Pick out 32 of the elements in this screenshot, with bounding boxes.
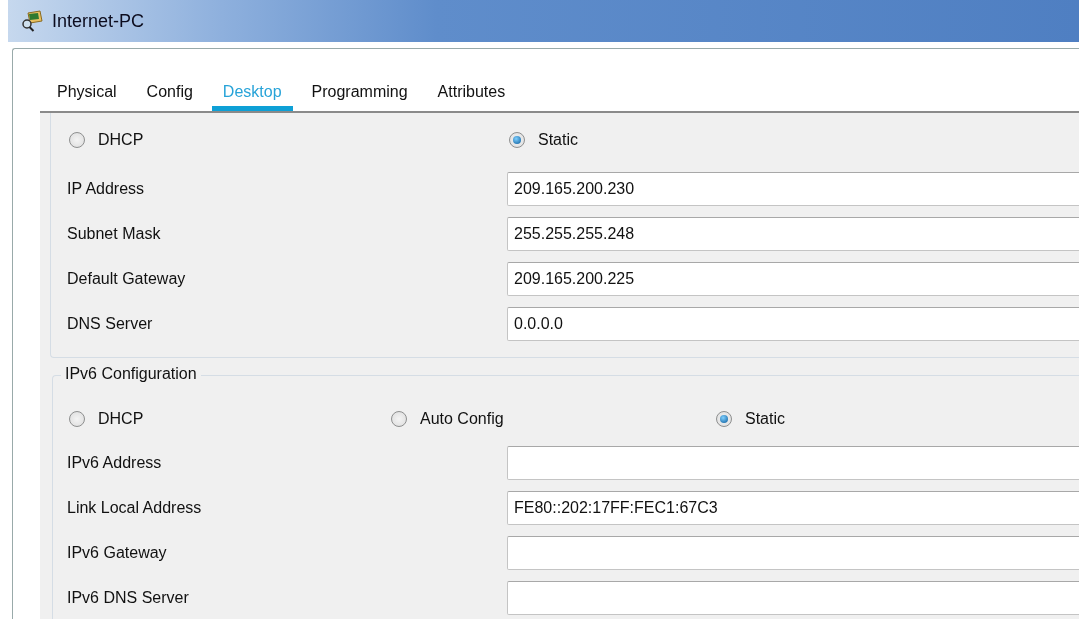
input-field[interactable] bbox=[507, 535, 1079, 570]
field-label: DNS Server bbox=[67, 314, 154, 333]
tab[interactable]: Physical bbox=[46, 69, 128, 111]
field-label: IPv6 Gateway bbox=[67, 543, 168, 562]
input-field[interactable]: 255.255.255.248 bbox=[507, 216, 1079, 251]
input-field[interactable] bbox=[507, 580, 1079, 615]
radio-button[interactable] bbox=[69, 131, 85, 148]
field-label: Link Local Address bbox=[67, 498, 203, 517]
field-label: IPv6 Address bbox=[67, 453, 163, 472]
radio-button[interactable] bbox=[69, 410, 85, 427]
window-title: Internet-PC bbox=[52, 10, 145, 32]
radio-label[interactable]: Static bbox=[538, 130, 578, 149]
field-label: IPv6 DNS Server bbox=[67, 588, 190, 607]
tab[interactable]: Attributes bbox=[426, 69, 517, 111]
radio-label[interactable]: DHCP bbox=[98, 409, 144, 428]
radio-button[interactable] bbox=[716, 410, 732, 427]
field-label: Subnet Mask bbox=[67, 224, 162, 243]
group-title: IPv6 Configuration bbox=[61, 365, 201, 383]
radio-button[interactable] bbox=[509, 131, 525, 148]
tab[interactable]: Config bbox=[135, 69, 204, 111]
radio-label[interactable]: DHCP bbox=[98, 130, 144, 149]
field-label: Default Gateway bbox=[67, 269, 187, 288]
input-field[interactable]: 209.165.200.230 bbox=[507, 171, 1079, 206]
field-label: IP Address bbox=[67, 179, 146, 198]
radio-label[interactable]: Static bbox=[745, 409, 785, 428]
radio-button[interactable] bbox=[391, 410, 407, 427]
tab[interactable]: Programming bbox=[300, 69, 419, 111]
input-field[interactable] bbox=[507, 445, 1079, 480]
input-field[interactable]: FE80::202:17FF:FEC1:67C3 bbox=[507, 490, 1079, 525]
input-field[interactable]: 209.165.200.225 bbox=[507, 261, 1079, 296]
radio-label[interactable]: Auto Config bbox=[420, 409, 504, 428]
input-field[interactable]: 0.0.0.0 bbox=[507, 306, 1079, 341]
